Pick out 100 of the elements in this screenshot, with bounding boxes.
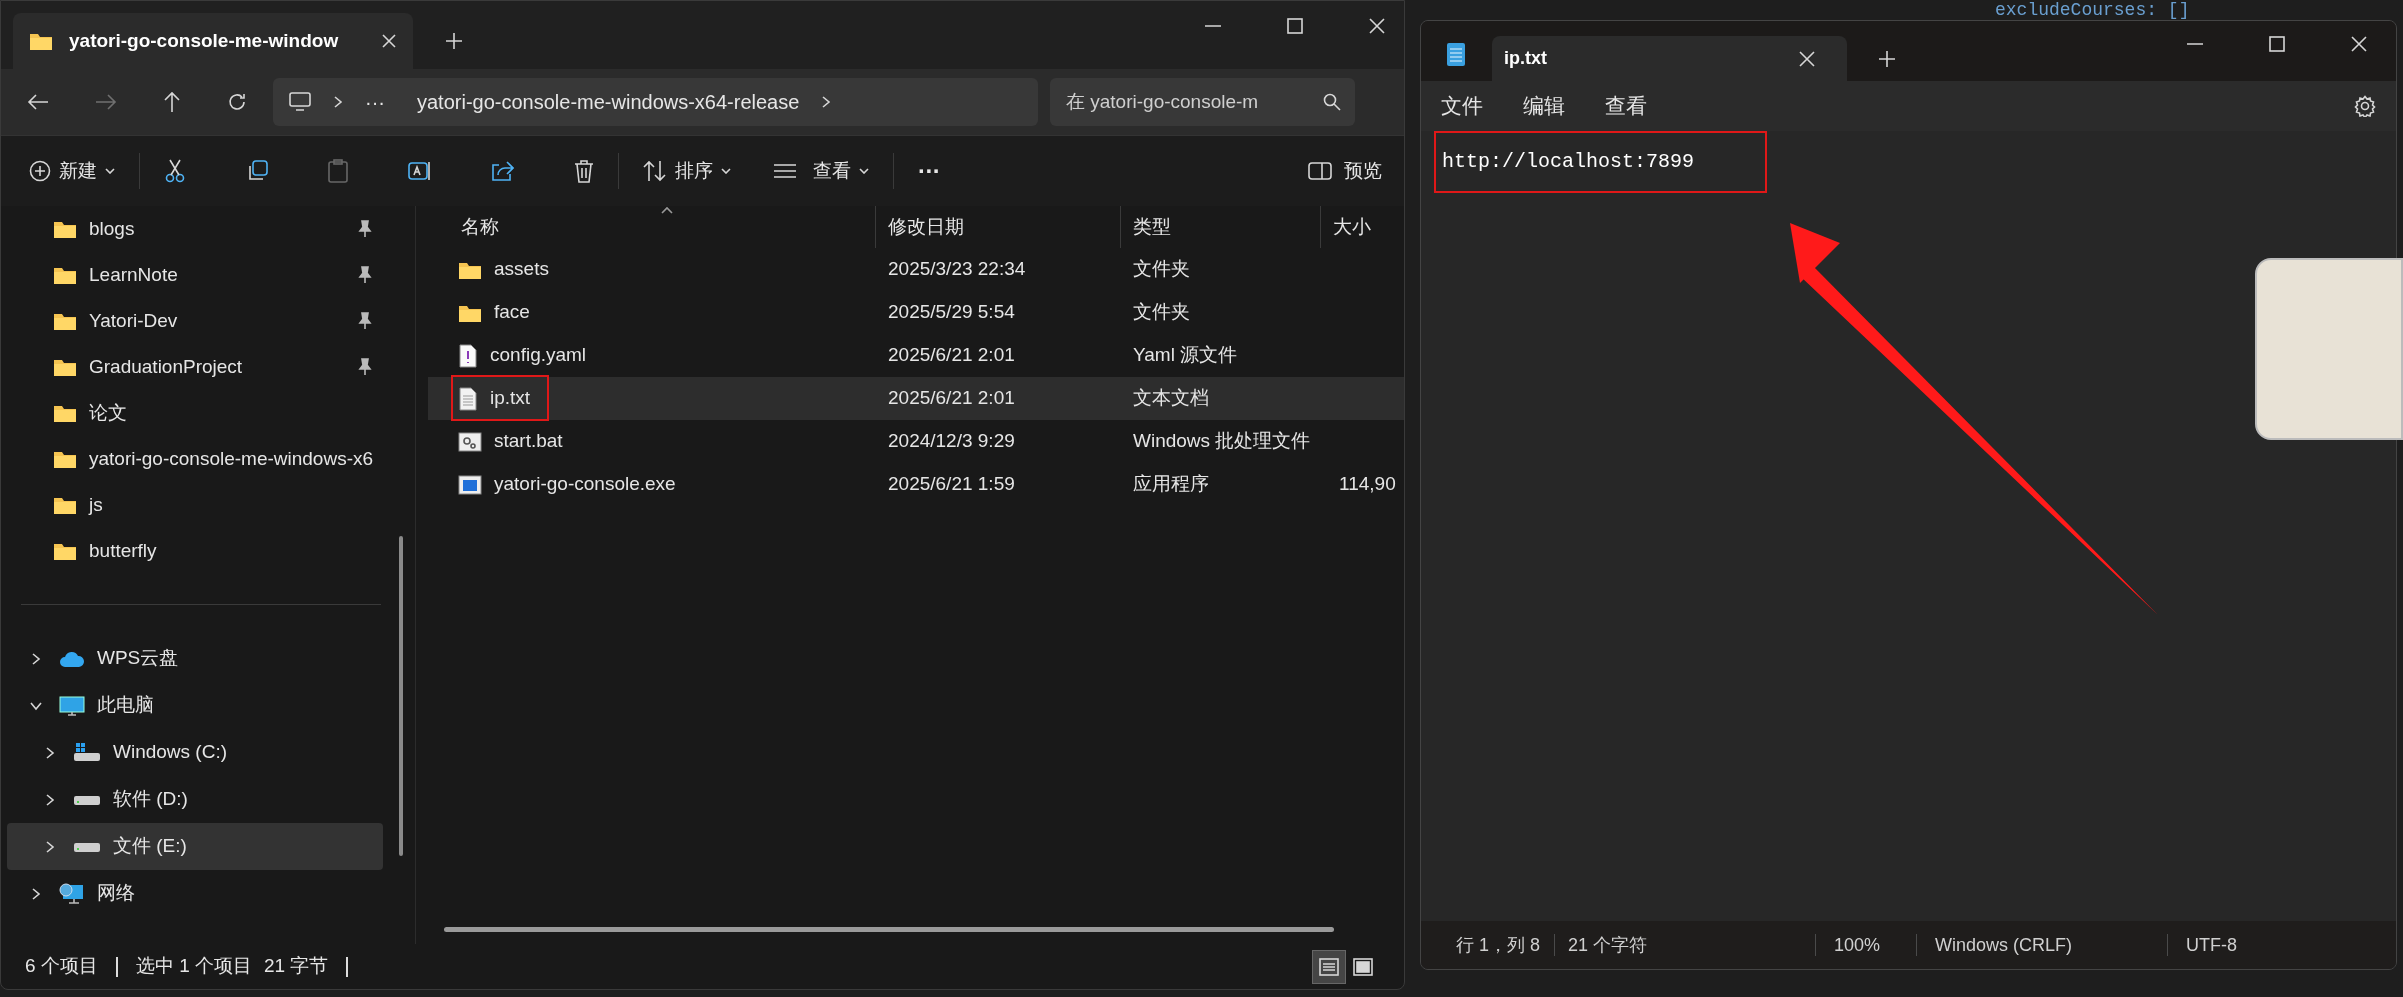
folder-icon (53, 357, 77, 377)
notepad-icon (1446, 41, 1466, 67)
document-tab[interactable]: ip.txt (1492, 36, 1847, 81)
explorer-tab[interactable]: yatori-go-console-me-window (13, 13, 413, 69)
menu-item[interactable]: 编辑 (1523, 90, 1565, 122)
file-row[interactable]: start.bat 2024/12/3 9:29 Windows 批处理文件 (428, 420, 1404, 463)
back-button[interactable] (27, 93, 49, 111)
document-icon (458, 343, 478, 368)
text-file-icon (458, 386, 478, 411)
column-header[interactable]: 名称 (416, 206, 876, 248)
minimize-icon (2187, 43, 2203, 45)
forward-button[interactable] (95, 93, 117, 111)
up-button[interactable] (163, 91, 181, 113)
rename-button[interactable] (408, 160, 432, 182)
clipboard-icon (328, 159, 348, 183)
scrollbar[interactable] (399, 536, 403, 856)
drive-icon (73, 741, 101, 764)
scrollbar[interactable] (444, 927, 1334, 932)
table-cell-text: 2025/6/21 2:01 (887, 386, 1016, 411)
table-cell-text: 2025/6/21 1:59 (887, 472, 1016, 497)
sort-button[interactable]: 排序 (643, 156, 731, 186)
file-name: face (494, 300, 530, 325)
sidebar-item[interactable]: butterfly (9, 528, 393, 574)
address-bar[interactable]: ··· yatori-go-console-me-windows-x64-release (273, 78, 1038, 126)
status-text: UTF-8 (2185, 933, 2239, 957)
table-cell-text: Windows 批处理文件 (1132, 429, 1312, 454)
search-field[interactable]: 在 yatori-go-console-m (1050, 78, 1355, 126)
column-header[interactable]: 类型 (1121, 206, 1321, 248)
folder-icon (53, 219, 77, 239)
rename-icon (408, 160, 432, 182)
folder-icon (53, 495, 77, 515)
sidebar-item[interactable]: LearnNote (9, 252, 393, 298)
ellipsis-button[interactable]: ··· (365, 87, 385, 117)
delete-button[interactable] (574, 159, 594, 183)
sidebar-item[interactable]: yatori-go-console-me-windows-x6 (9, 436, 393, 482)
tree-item[interactable]: 网络 (7, 870, 383, 917)
tree-item[interactable]: 软件 (D:) (7, 776, 383, 823)
folder-icon (53, 449, 77, 469)
details-view-icon (1319, 957, 1339, 976)
cut-button[interactable] (164, 159, 186, 183)
sort-caret-icon (661, 206, 673, 214)
close-icon (2351, 36, 2367, 52)
sidebar-item[interactable]: blogs (9, 206, 393, 252)
code-text: excludeCourses: [] (1995, 0, 2190, 20)
table-cell-text: 文件夹 (1132, 300, 1191, 325)
pin-icon (357, 358, 373, 376)
table-cell-text: 114,90 (1338, 472, 1396, 497)
menu-item[interactable]: 查看 (1605, 90, 1647, 122)
folder-icon (53, 265, 77, 285)
path-text: yatori-go-console-me-windows-x64-release (417, 90, 800, 115)
details-view-button[interactable] (1312, 949, 1346, 984)
refresh-button[interactable] (227, 92, 247, 112)
status-text: 21 个字符 (1567, 933, 1649, 957)
copy-button[interactable] (246, 160, 268, 182)
back-arrow-icon (27, 93, 49, 111)
share-icon (492, 160, 514, 182)
tree-item[interactable]: 文件 (E:) (7, 823, 383, 870)
table-cell-text: Yaml 源文件 (1132, 343, 1239, 368)
monitor-icon (289, 92, 311, 112)
table-cell-text: 2025/5/29 5:54 (887, 300, 1016, 325)
sidebar-item[interactable]: js (9, 482, 393, 528)
more-button[interactable]: ··· (918, 153, 941, 189)
status-text: 选中 1 个项目 (135, 954, 252, 979)
column-header[interactable]: 大小 (1321, 206, 1371, 248)
file-name: start.bat (494, 429, 563, 454)
status-text: 6 个项目 (25, 954, 98, 979)
copy-icon (246, 160, 268, 182)
text-content[interactable]: http://localhost:7899 (1442, 147, 2375, 177)
tree-item[interactable]: 此电脑 (7, 682, 383, 729)
search-icon (1323, 93, 1341, 111)
file-row[interactable]: config.yaml 2025/6/21 2:01 Yaml 源文件 (428, 334, 1404, 377)
settings-icon (2354, 95, 2376, 117)
paste-button[interactable] (328, 159, 348, 183)
view-button[interactable]: 查看 (773, 156, 869, 186)
tree-item[interactable]: WPS云盘 (7, 635, 383, 682)
settings-button[interactable] (2354, 95, 2376, 117)
file-row[interactable]: assets 2025/3/23 22:34 文件夹 (428, 248, 1404, 291)
sidebar-item[interactable]: Yatori-Dev (9, 298, 393, 344)
status-text: 行 1，列 8 (1455, 933, 1542, 957)
sidebar-item[interactable]: 论文 (9, 390, 393, 436)
file-row[interactable]: yatori-go-console.exe 2025/6/21 1:59 应用程序 114,90 (428, 463, 1404, 506)
caret-icon (721, 168, 731, 174)
sidebar-item[interactable]: GraduationProject (9, 344, 393, 390)
plus-circle-icon (29, 160, 51, 182)
pin-icon (357, 220, 373, 238)
new-button[interactable]: 新建 (29, 156, 115, 186)
close-icon (1799, 50, 1815, 67)
share-button[interactable] (492, 160, 514, 182)
tree-item[interactable]: Windows (C:) (7, 729, 383, 776)
menu-item[interactable]: 文件 (1441, 90, 1483, 122)
file-row[interactable]: face 2025/5/29 5:54 文件夹 (428, 291, 1404, 334)
folder-icon (53, 403, 77, 423)
table-cell-text: 文件夹 (1132, 257, 1191, 282)
preview-button[interactable]: 预览 (1308, 156, 1382, 186)
file-row[interactable]: ip.txt 2025/6/21 2:01 文本文档 (428, 377, 1404, 420)
plus-icon (1878, 50, 1896, 68)
table-cell-text: 2025/3/23 22:34 (887, 257, 1027, 282)
network-icon (59, 881, 85, 906)
column-header[interactable]: 修改日期 (876, 206, 1121, 248)
file-name: assets (494, 257, 549, 282)
